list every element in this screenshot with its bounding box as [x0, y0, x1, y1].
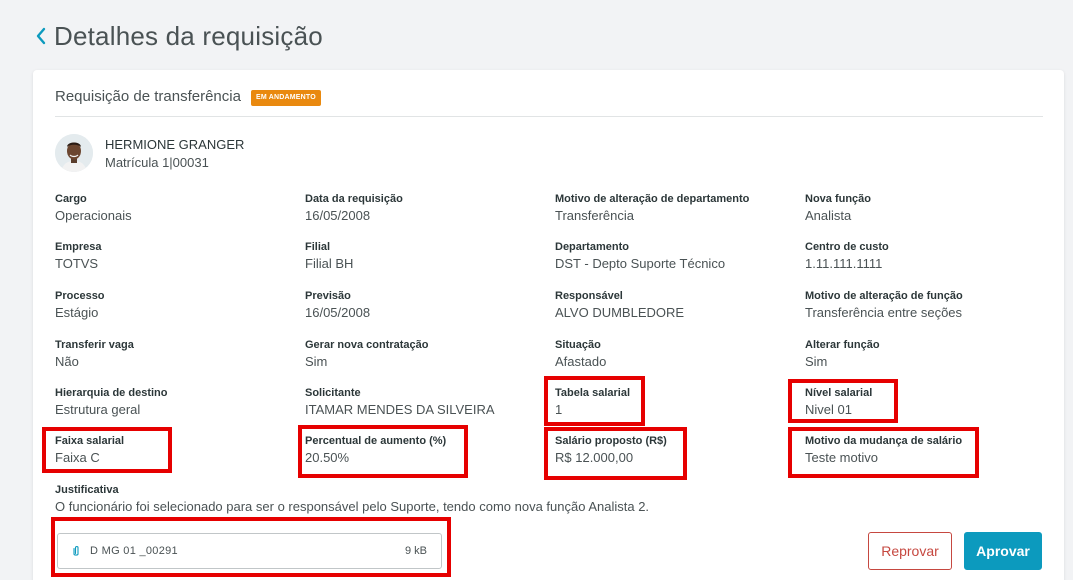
- field-value: ITAMAR MENDES DA SILVEIRA: [305, 402, 495, 417]
- field-value: Sim: [805, 354, 828, 369]
- field-label: Cargo: [55, 193, 87, 205]
- field-processo: Processo Estágio: [55, 289, 105, 321]
- field-label: Data da requisição: [305, 193, 403, 205]
- field-cargo: Cargo Operacionais: [55, 192, 132, 224]
- highlight-box-percentual-aumento: [298, 425, 468, 478]
- field-label: Centro de custo: [805, 241, 889, 253]
- field-label: Alterar função: [805, 339, 880, 351]
- field-label: Responsável: [555, 290, 623, 302]
- field-label: Empresa: [55, 241, 102, 253]
- field-value: Afastado: [555, 354, 607, 369]
- chevron-left-icon[interactable]: [30, 21, 52, 51]
- field-solicitante: Solicitante ITAMAR MENDES DA SILVEIRA: [305, 386, 495, 418]
- field-previsao: Previsão 16/05/2008: [305, 289, 370, 321]
- highlight-box-salario-proposto: [544, 427, 687, 480]
- field-label: Situação: [555, 339, 601, 351]
- field-label: Solicitante: [305, 387, 361, 399]
- field-label: Hierarquia de destino: [55, 387, 168, 399]
- request-card: Requisição de transferência EM ANDAMENTO…: [33, 70, 1064, 580]
- field-motivo-departamento: Motivo de alteração de departamento Tran…: [555, 192, 749, 224]
- field-value: Sim: [305, 354, 328, 369]
- employee-info: HERMIONE GRANGER Matrícula 1|00031: [105, 136, 244, 171]
- field-value: Transferência: [555, 208, 634, 223]
- field-label: Motivo de alteração de departamento: [555, 193, 750, 205]
- highlight-box-motivo-salario: [788, 427, 979, 478]
- field-value: Estrutura geral: [55, 402, 141, 417]
- employee-name: HERMIONE GRANGER: [105, 136, 245, 152]
- field-motivo-funcao: Motivo de alteração de função Transferên…: [805, 289, 963, 321]
- status-badge: EM ANDAMENTO: [250, 90, 321, 106]
- field-data-requisicao: Data da requisição 16/05/2008: [305, 192, 403, 224]
- field-value: Analista: [805, 208, 852, 223]
- field-situacao: Situação Afastado: [555, 338, 606, 370]
- field-value: Filial BH: [305, 256, 354, 271]
- field-hierarquia: Hierarquia de destino Estrutura geral: [55, 386, 167, 418]
- field-label: Transferir vaga: [55, 339, 134, 351]
- page-title: Detalhes da requisição: [54, 20, 323, 51]
- field-label: Justificativa: [55, 484, 119, 496]
- field-value: Estágio: [55, 305, 99, 320]
- field-centro-custo: Centro de custo 1.11.111.1111: [805, 240, 889, 272]
- field-value: 16/05/2008: [305, 305, 371, 320]
- field-filial: Filial Filial BH: [305, 240, 353, 272]
- reject-button[interactable]: Reprovar: [868, 532, 952, 570]
- field-label: Filial: [305, 241, 331, 253]
- field-label: Processo: [55, 290, 105, 302]
- field-empresa: Empresa TOTVS: [55, 240, 101, 272]
- field-label: Nova função: [805, 193, 872, 205]
- field-justificativa: Justificativa O funcionário foi selecion…: [55, 483, 649, 515]
- highlight-box-tabela-salarial: [544, 376, 645, 426]
- field-value: ALVO DUMBLEDORE: [555, 305, 685, 320]
- field-label: Departamento: [555, 241, 629, 253]
- field-value: Não: [55, 354, 79, 369]
- card-title: Requisição de transferência: [55, 88, 241, 105]
- field-alterar-funcao: Alterar função Sim: [805, 338, 880, 370]
- page-header: Detalhes da requisição: [30, 18, 323, 54]
- employee-summary: HERMIONE GRANGER Matrícula 1|00031: [55, 134, 244, 172]
- field-value: 16/05/2008: [305, 208, 371, 223]
- field-label: Gerar nova contratação: [305, 339, 429, 351]
- avatar: [55, 134, 93, 172]
- field-value: TOTVS: [55, 256, 99, 271]
- highlight-box-faixa-salarial: [42, 427, 172, 473]
- card-header: Requisição de transferência EM ANDAMENTO: [55, 87, 1043, 117]
- field-value: Transferência entre seções: [805, 305, 963, 320]
- field-transferir-vaga: Transferir vaga Não: [55, 338, 134, 370]
- field-value: O funcionário foi selecionado para ser o…: [55, 499, 650, 514]
- field-nova-funcao: Nova função Analista: [805, 192, 871, 224]
- highlight-box-attachment: [51, 517, 451, 577]
- field-departamento: Departamento DST - Depto Suporte Técnico: [555, 240, 725, 272]
- field-label: Previsão: [305, 290, 351, 302]
- field-responsavel: Responsável ALVO DUMBLEDORE: [555, 289, 684, 321]
- field-nova-contratacao: Gerar nova contratação Sim: [305, 338, 429, 370]
- field-value: 1.11.111.1111: [805, 256, 883, 271]
- field-value: Operacionais: [55, 208, 132, 223]
- highlight-box-nivel-salarial: [788, 379, 898, 423]
- employee-registration: Matrícula 1|00031: [105, 154, 209, 170]
- field-value: DST - Depto Suporte Técnico: [555, 256, 726, 271]
- approve-button[interactable]: Aprovar: [964, 532, 1042, 570]
- field-label: Motivo de alteração de função: [805, 290, 963, 302]
